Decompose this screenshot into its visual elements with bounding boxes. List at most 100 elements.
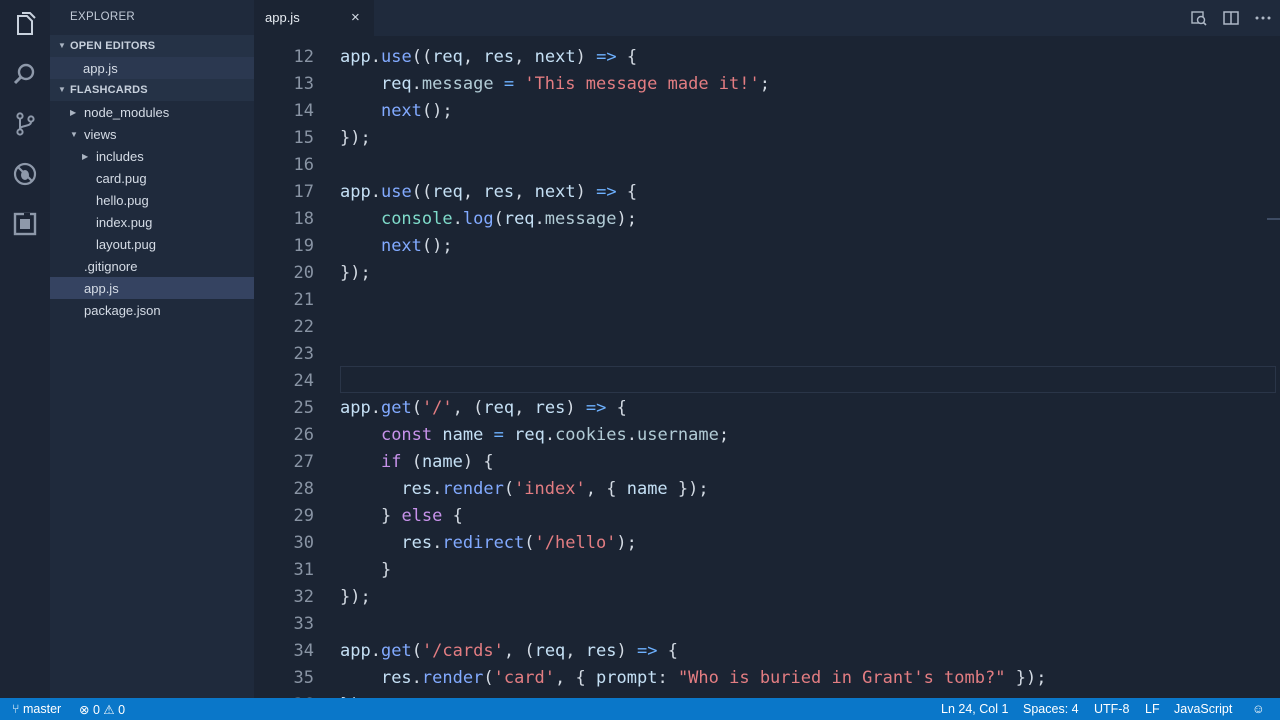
line-code: next(); [380,101,453,121]
extensions-icon[interactable] [12,211,38,237]
line-code: }); [340,587,371,607]
line-number: 27 [293,452,314,472]
code-line[interactable]: 28 res.render('index', { name }); [254,475,1276,502]
line-number: 12 [293,47,314,67]
encoding[interactable]: UTF-8 [1094,702,1129,716]
code-line[interactable]: 19 next(); [254,232,1276,259]
line-code: req.message = 'This message made it!'; [380,74,770,94]
line-code: app.use((req, res, next) => { [340,47,638,67]
source-control-icon[interactable] [12,111,38,137]
line-number: 14 [293,101,314,121]
line-number: 23 [293,344,314,364]
language-mode[interactable]: JavaScript [1174,702,1232,716]
chevron-down-icon: ▼ [70,130,78,139]
cursor-position[interactable]: Ln 24, Col 1 [941,702,1008,716]
code-line[interactable]: 23 [254,340,1276,367]
line-number: 17 [293,182,314,202]
split-editor-icon[interactable] [1222,9,1240,27]
explorer-sidebar: EXPLORER ▼ OPEN EDITORS app.js ▼ FLASHCA… [50,0,254,698]
line-number: 26 [293,425,314,445]
code-line[interactable]: 32}); [254,583,1276,610]
search-icon[interactable] [12,61,38,87]
line-code: app.get('/cards', (req, res) => { [340,641,678,661]
code-line[interactable]: 12 app.use((req, res, next) => { [254,43,1276,70]
chevron-right-icon: ▶ [70,108,77,117]
code-line[interactable]: 15}); [254,124,1276,151]
line-code: }); [340,263,371,283]
tree-item-app-js[interactable]: app.js [50,277,254,299]
line-number: 34 [293,641,314,661]
code-line[interactable]: 26 const name = req.cookies.username; [254,421,1276,448]
close-icon[interactable]: × [351,9,360,26]
code-line[interactable]: 14 next(); [254,97,1276,124]
open-editor-app-js[interactable]: app.js [50,57,254,79]
code-line[interactable]: 21 [254,286,1276,313]
branch-indicator[interactable]: ⑂ master [12,702,61,716]
code-line[interactable]: 34 app.get('/cards', (req, res) => { [254,637,1276,664]
line-code: console.log(req.message); [380,209,637,229]
tree-item-node-modules[interactable]: ▶ node_modules [50,101,254,123]
line-number: 13 [293,74,314,94]
tree-item-gitignore[interactable]: .gitignore [50,255,254,277]
line-code: res.render('index', { name }); [401,479,709,499]
code-line[interactable]: 29 } else { [254,502,1276,529]
project-header[interactable]: ▼ FLASHCARDS [50,79,254,101]
line-number: 25 [293,398,314,418]
line-number: 30 [293,533,314,553]
code-line[interactable]: 13 req.message = 'This message made it!'… [254,70,1276,97]
feedback-icon[interactable]: ☺ [1252,702,1265,716]
tree-item-index-pug[interactable]: index.pug [50,211,254,233]
tab-app-js[interactable]: app.js × [254,0,374,36]
indentation[interactable]: Spaces: 4 [1023,702,1079,716]
code-line[interactable]: 36}); [254,691,1276,698]
open-editors-header[interactable]: ▼ OPEN EDITORS [50,35,254,57]
error-icon: ⊗ [79,703,90,717]
explorer-title: EXPLORER [70,11,136,23]
line-number: 22 [293,317,314,337]
tree-item-layout-pug[interactable]: layout.pug [50,233,254,255]
tree-item-package-json[interactable]: package.json [50,299,254,321]
code-line[interactable]: 35 res.render('card', { prompt: "Who is … [254,664,1276,691]
tree-item-card-pug[interactable]: card.pug [50,167,254,189]
tree-item-views[interactable]: ▼ views [50,123,254,145]
status-bar: ⑂ master ⊗ 0 ⚠ 0 Ln 24, Col 1 Spaces: 4 … [0,698,1280,720]
tree-item-includes[interactable]: ▶ includes [50,145,254,167]
debug-icon[interactable] [12,161,38,187]
code-line[interactable]: 20}); [254,259,1276,286]
problems-indicator[interactable]: ⊗ 0 ⚠ 0 [79,702,125,717]
line-code: next(); [380,236,453,256]
code-line[interactable]: 25 app.get('/', (req, res) => { [254,394,1276,421]
line-code: const name = req.cookies.username; [380,425,730,445]
code-line[interactable]: 31 } [254,556,1276,583]
line-number: 20 [293,263,314,283]
line-number: 24 [293,371,314,391]
files-icon[interactable] [12,11,38,37]
line-code: app.get('/', (req, res) => { [340,398,627,418]
line-number: 16 [293,155,314,175]
line-number: 35 [293,668,314,688]
line-code: app.use((req, res, next) => { [340,182,638,202]
code-line[interactable]: 27 if (name) { [254,448,1276,475]
code-editor[interactable]: 12 app.use((req, res, next) => { 13 req.me… [254,36,1280,698]
chevron-down-icon: ▼ [58,41,66,50]
code-line[interactable]: 24 [254,367,1276,394]
line-number: 19 [293,236,314,256]
line-number: 21 [293,290,314,310]
git-branch-icon: ⑂ [12,702,20,716]
chevron-right-icon: ▶ [82,152,89,161]
line-code: res.redirect('/hello'); [401,533,637,553]
code-line[interactable]: 18 console.log(req.message); [254,205,1276,232]
open-changes-icon[interactable] [1190,9,1208,27]
code-line[interactable]: 22 [254,313,1276,340]
line-number: 31 [293,560,314,580]
more-actions-icon[interactable] [1254,9,1272,27]
activity-bar [0,0,50,698]
tree-item-hello-pug[interactable]: hello.pug [50,189,254,211]
code-line[interactable]: 16 [254,151,1276,178]
line-ending[interactable]: LF [1145,702,1160,716]
line-number: 33 [293,614,314,634]
code-line[interactable]: 30 res.redirect('/hello'); [254,529,1276,556]
line-number: 29 [293,506,314,526]
code-line[interactable]: 33 [254,610,1276,637]
code-line[interactable]: 17 app.use((req, res, next) => { [254,178,1276,205]
